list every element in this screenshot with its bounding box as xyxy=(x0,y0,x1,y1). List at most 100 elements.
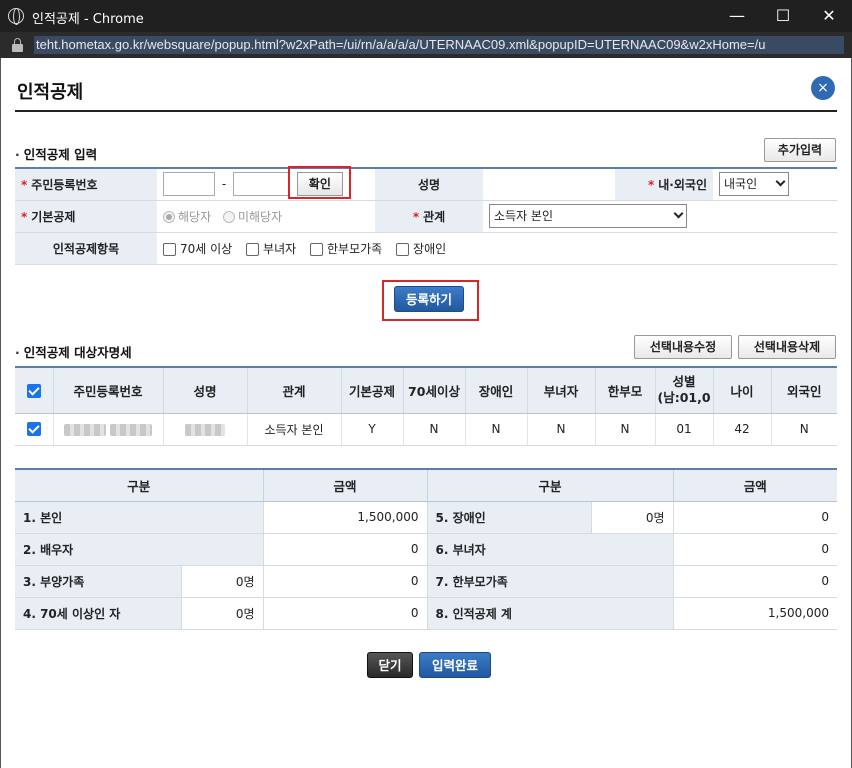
confirm-highlight xyxy=(288,166,351,199)
woman-checkbox[interactable] xyxy=(246,242,260,256)
row-foreigner: N xyxy=(771,413,837,446)
row-gender: 01 xyxy=(655,413,714,446)
sum-over70-label: 4. 70세 이상인 자 xyxy=(15,597,182,630)
input-form: * 주민등록번호 - 확인 성명 * 내·외국인 내국인 * 기본공제 해당자 미해당… xyxy=(15,167,837,265)
rrn-label: 주민등록번호 xyxy=(31,177,98,192)
sum-woman-label: 6. 부녀자 xyxy=(427,533,674,566)
sum-self-amount: 1,500,000 xyxy=(263,501,428,534)
col-foreigner: 외국인 xyxy=(771,367,837,414)
sum-single-parent-amount: 0 xyxy=(673,565,837,598)
row-basic: Y xyxy=(341,413,404,446)
summary-table: 구분 금액 구분 금액 1. 본인 1,500,000 5. 장애인 0명 0 … xyxy=(15,468,837,630)
basic-no-label: 미해당자 xyxy=(237,209,283,224)
summary-row-4: 4. 70세 이상인 자 0명 0 8. 인적공제 계 1,500,000 xyxy=(15,597,837,630)
name-label: 성명 xyxy=(375,168,483,201)
disabled-checkbox[interactable] xyxy=(396,242,410,256)
address-bar: teht.hometax.go.kr/websquare/popup.html?… xyxy=(0,32,852,58)
over70-label: 70세 이상 xyxy=(180,241,233,256)
sum-spouse-label: 2. 배우자 xyxy=(15,533,264,566)
basic-no-radio[interactable] xyxy=(222,211,235,223)
col-basic: 기본공제 xyxy=(341,367,404,414)
col-single-parent: 한부모 xyxy=(595,367,656,414)
nationality-value: 내국인 xyxy=(724,177,758,192)
sum-over70-amount: 0 xyxy=(263,597,428,630)
url-text[interactable]: teht.hometax.go.kr/websquare/popup.html?… xyxy=(34,36,844,54)
select-all-checkbox[interactable] xyxy=(26,384,41,398)
sum-dependent-amount: 0 xyxy=(263,565,428,598)
sum-disabled-label: 5. 장애인 xyxy=(427,501,592,534)
sum-over70-count: 0명 xyxy=(181,597,264,630)
col-gender: 성별 (남:01,0 xyxy=(655,367,714,414)
rrn-back-input[interactable] xyxy=(233,172,289,197)
lock-icon xyxy=(12,38,23,52)
row-select-cell xyxy=(15,413,54,446)
relation-cell: 소득자 본인 xyxy=(483,200,837,233)
row-name xyxy=(163,413,248,446)
over70-checkbox[interactable] xyxy=(163,242,176,256)
basic-options-cell: 해당자 미해당자 xyxy=(157,200,375,233)
window-close-button[interactable]: ✕ xyxy=(806,0,852,32)
basic-label-cell: * 기본공제 xyxy=(15,200,157,233)
sum-total-label: 8. 인적공제 계 xyxy=(427,597,674,630)
single-parent-checkbox[interactable] xyxy=(310,242,323,256)
row-rrn xyxy=(53,413,164,446)
row-disabled: N xyxy=(465,413,528,446)
close-button[interactable]: 닫기 xyxy=(367,652,413,678)
relation-label: 관계 xyxy=(423,209,446,224)
minimize-button[interactable]: — xyxy=(714,0,760,32)
basic-yes-radio[interactable] xyxy=(163,211,175,223)
basic-label: 기본공제 xyxy=(31,209,76,224)
edit-selected-button[interactable]: 선택내용수정 xyxy=(634,335,732,359)
chevron-down-icon xyxy=(673,208,684,219)
summary-row-1: 1. 본인 1,500,000 5. 장애인 0명 0 xyxy=(15,501,837,534)
sum-spouse-amount: 0 xyxy=(263,533,428,566)
row-over70: N xyxy=(403,413,466,446)
delete-selected-button[interactable]: 선택내용삭제 xyxy=(738,335,836,359)
summary-row-2: 2. 배우자 0 6. 부녀자 0 xyxy=(15,533,837,566)
sum-header-category-left: 구분 xyxy=(15,469,264,502)
relation-select[interactable]: 소득자 본인 xyxy=(489,204,687,228)
add-input-button[interactable]: 추가입력 xyxy=(764,138,836,162)
complete-button[interactable]: 입력완료 xyxy=(419,652,491,678)
row-age: 42 xyxy=(713,413,772,446)
row-relation: 소득자 본인 xyxy=(247,413,342,446)
sum-header-amount-left: 금액 xyxy=(263,469,428,502)
row-checkbox[interactable] xyxy=(26,422,41,437)
list-section-title: 인적공제 대상자명세 xyxy=(15,342,132,361)
rrn-front-input[interactable] xyxy=(163,172,215,197)
col-age: 나이 xyxy=(713,367,772,414)
masked-rrn-back xyxy=(109,423,152,436)
single-parent-label: 한부모가족 xyxy=(327,241,383,256)
col-rrn: 주민등록번호 xyxy=(53,367,164,414)
col-over70: 70세이상 xyxy=(403,367,466,414)
close-icon[interactable]: × xyxy=(811,76,835,100)
name-value-cell xyxy=(483,168,615,201)
page-title: 인적공제 xyxy=(17,82,84,103)
input-section-title: 인적공제 입력 xyxy=(15,144,97,163)
disabled-label: 장애인 xyxy=(413,241,447,256)
basic-yes-label: 해당자 xyxy=(178,209,212,224)
summary-row-3: 3. 부양가족 0명 0 7. 한부모가족 0 xyxy=(15,565,837,598)
masked-name xyxy=(185,423,225,436)
target-list-table: 주민등록번호 성명 관계 기본공제 70세이상 장애인 부녀자 한부모 성별 (남… xyxy=(15,366,837,446)
rrn-separator: - xyxy=(221,176,227,191)
sum-disabled-amount: 0 xyxy=(673,501,837,534)
window-titlebar: 인적공제 - Chrome — ☐ ✕ xyxy=(0,0,852,32)
row-single-parent: N xyxy=(595,413,656,446)
maximize-button[interactable]: ☐ xyxy=(760,0,806,32)
items-label: 인적공제항목 xyxy=(15,232,157,265)
items-cell: 70세 이상 부녀자 한부모가족 장애인 xyxy=(157,232,837,265)
title-divider xyxy=(15,110,837,112)
relation-value: 소득자 본인 xyxy=(494,209,554,223)
select-all-header xyxy=(15,367,54,414)
sum-single-parent-label: 7. 한부모가족 xyxy=(427,565,674,598)
col-woman: 부녀자 xyxy=(527,367,596,414)
popup-page: 인적공제 × 인적공제 입력 추가입력 *주민등록번호 - 확인 성명 *내·외… xyxy=(0,58,852,768)
table-row[interactable]: 소득자 본인 Y N N N N 01 42 N xyxy=(15,413,837,446)
nationality-select[interactable]: 내국인 xyxy=(719,172,789,197)
row-woman: N xyxy=(527,413,596,446)
chevron-down-icon xyxy=(775,176,786,187)
col-disabled: 장애인 xyxy=(465,367,528,414)
sum-woman-amount: 0 xyxy=(673,533,837,566)
col-name: 성명 xyxy=(163,367,248,414)
